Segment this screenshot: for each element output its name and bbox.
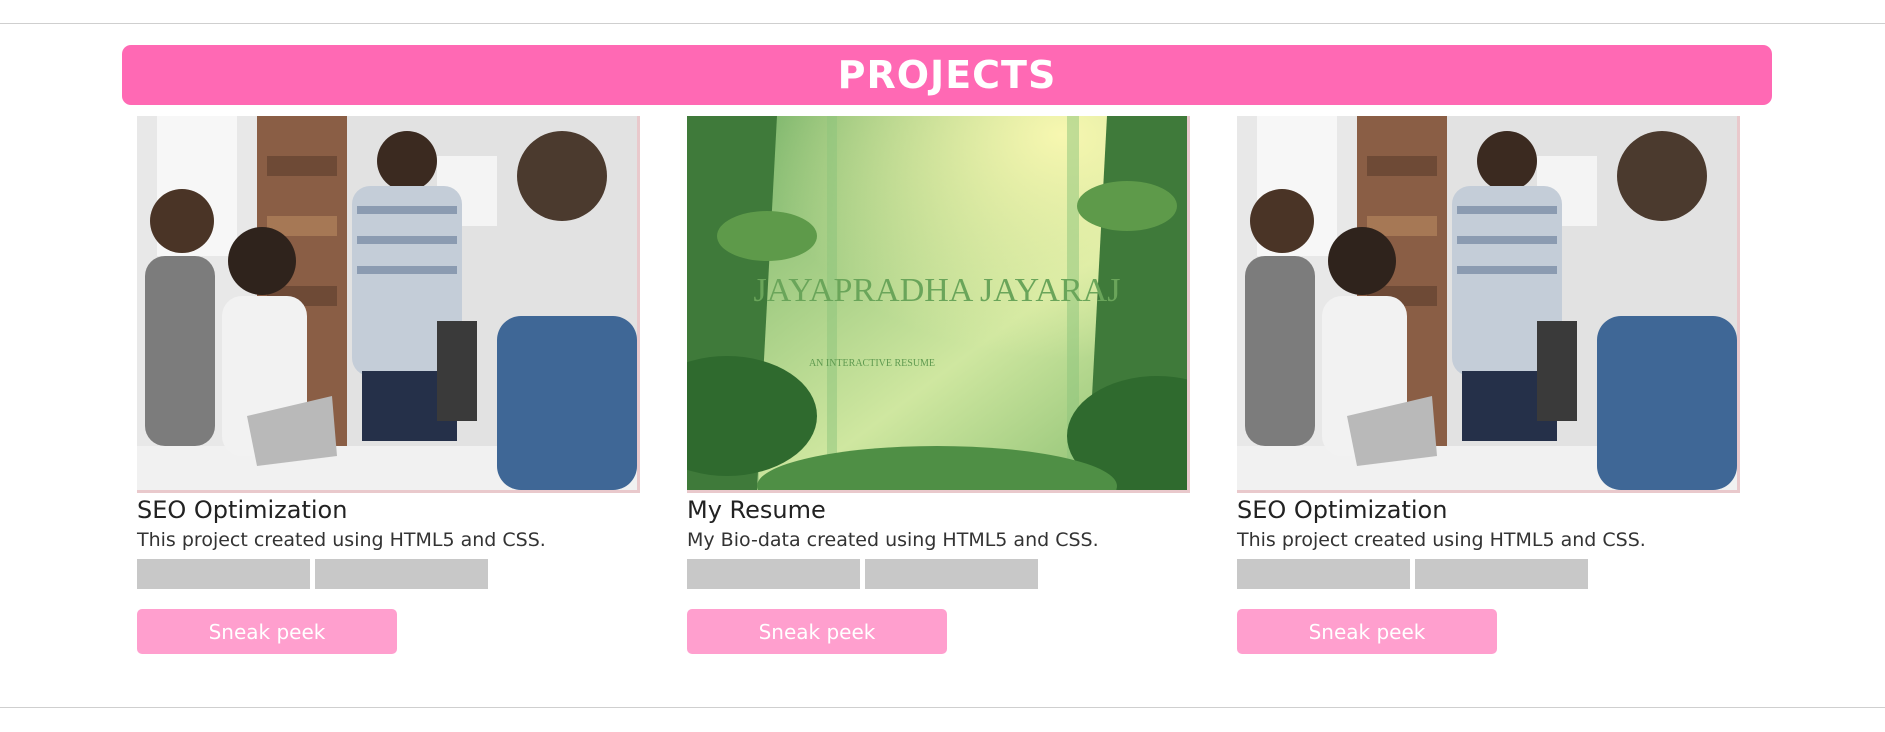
tag-row <box>687 559 1193 589</box>
project-description: My Bio-data created using HTML5 and CSS. <box>687 529 1099 551</box>
project-title: SEO Optimization <box>137 496 348 524</box>
bottom-divider <box>0 707 1885 708</box>
team-meeting-photo <box>1237 116 1737 490</box>
project-description: This project created using HTML5 and CSS… <box>1237 529 1646 551</box>
tag-placeholder <box>1237 559 1410 589</box>
tag-placeholder <box>315 559 488 589</box>
project-description: This project created using HTML5 and CSS… <box>137 529 546 551</box>
jungle-resume-banner: JAYAPRADHA JAYARAJ AN INTERACTIVE RESUME <box>687 116 1187 490</box>
tag-placeholder <box>865 559 1038 589</box>
svg-text:AN INTERACTIVE RESUME: AN INTERACTIVE RESUME <box>809 358 935 369</box>
sneak-peek-button[interactable]: Sneak peek <box>687 609 947 654</box>
tag-placeholder <box>1415 559 1588 589</box>
sneak-peek-button[interactable]: Sneak peek <box>137 609 397 654</box>
svg-text:JAYAPRADHA JAYARAJ: JAYAPRADHA JAYARAJ <box>754 272 1121 309</box>
tag-placeholder <box>687 559 860 589</box>
project-card: SEO Optimization This project created us… <box>1237 116 1743 654</box>
project-title: My Resume <box>687 496 826 524</box>
project-image <box>1237 116 1740 493</box>
page-title: PROJECTS <box>837 53 1057 97</box>
project-image: JAYAPRADHA JAYARAJ AN INTERACTIVE RESUME <box>687 116 1190 493</box>
project-image <box>137 116 640 493</box>
project-title: SEO Optimization <box>1237 496 1448 524</box>
sneak-peek-button[interactable]: Sneak peek <box>1237 609 1497 654</box>
team-meeting-photo <box>137 116 637 490</box>
top-divider <box>0 23 1885 24</box>
projects-banner: PROJECTS <box>122 45 1772 105</box>
tag-row <box>137 559 643 589</box>
project-card: SEO Optimization This project created us… <box>137 116 643 654</box>
project-card: JAYAPRADHA JAYARAJ AN INTERACTIVE RESUME… <box>687 116 1193 654</box>
tag-row <box>1237 559 1743 589</box>
tag-placeholder <box>137 559 310 589</box>
